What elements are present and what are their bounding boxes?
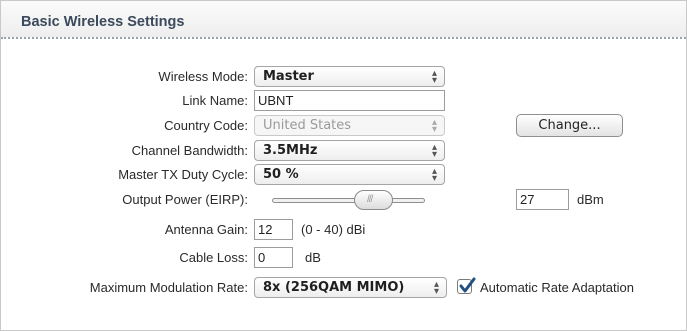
cable-loss-label: Cable Loss: (179, 250, 248, 265)
panel-header: Basic Wireless Settings (1, 1, 686, 39)
cable-loss-input[interactable]: 0 (254, 247, 293, 268)
cable-loss-row: Cable Loss: 0 dB (1, 246, 687, 270)
output-power-slider-track[interactable] (272, 198, 425, 203)
antenna-gain-input[interactable]: 12 (254, 219, 293, 240)
duty-cycle-value: 50 % (263, 167, 299, 182)
output-power-input[interactable]: 27 (516, 189, 569, 210)
link-name-label: Link Name: (182, 93, 248, 108)
output-power-unit: dBm (577, 192, 604, 207)
checkmark-icon (459, 277, 476, 293)
modulation-row: Maximum Modulation Rate: 8x (256QAM MIMO… (1, 276, 687, 300)
updown-arrows-icon: ▴ ▾ (431, 117, 437, 135)
wireless-mode-label: Wireless Mode: (158, 69, 248, 84)
grip-icon: /// (367, 194, 373, 205)
basic-wireless-settings-panel: Basic Wireless Settings Wireless Mode: M… (0, 0, 687, 331)
updown-arrows-icon: ▴ ▾ (433, 279, 439, 297)
channel-bandwidth-label: Channel Bandwidth: (131, 143, 248, 158)
wireless-mode-select[interactable]: Master ▴ ▾ (254, 66, 445, 87)
country-code-row: Country Code: United States ▴ ▾ Change... (1, 114, 687, 138)
channel-bandwidth-select[interactable]: 3.5MHz ▴ ▾ (254, 140, 445, 161)
wireless-mode-row: Wireless Mode: Master ▴ ▾ (1, 65, 687, 89)
change-country-button[interactable]: Change... (516, 114, 623, 137)
modulation-label: Maximum Modulation Rate: (89, 280, 248, 295)
output-power-row: Output Power (EIRP): /// 27 dBm (1, 188, 687, 212)
panel-title: Basic Wireless Settings (21, 14, 185, 30)
country-code-select: United States ▴ ▾ (254, 115, 445, 136)
output-power-slider-thumb[interactable]: /// (354, 190, 393, 210)
antenna-gain-label: Antenna Gain: (164, 222, 248, 237)
cable-loss-unit: dB (305, 250, 321, 265)
duty-cycle-label: Master TX Duty Cycle: (118, 167, 248, 182)
updown-arrows-icon: ▴ ▾ (431, 68, 437, 86)
antenna-gain-hint: (0 - 40) dBi (301, 222, 366, 237)
output-power-label: Output Power (EIRP): (122, 192, 248, 207)
channel-bandwidth-row: Channel Bandwidth: 3.5MHz ▴ ▾ (1, 139, 687, 163)
duty-cycle-select[interactable]: 50 % ▴ ▾ (254, 164, 445, 185)
modulation-select[interactable]: 8x (256QAM MIMO) ▴ ▾ (254, 277, 447, 298)
country-code-label: Country Code: (164, 118, 248, 133)
wireless-mode-value: Master (263, 69, 314, 84)
antenna-gain-row: Antenna Gain: 12 (0 - 40) dBi (1, 218, 687, 242)
country-code-value: United States (263, 118, 352, 133)
link-name-input[interactable]: UBNT (254, 90, 445, 111)
link-name-row: Link Name: UBNT (1, 89, 687, 113)
duty-cycle-row: Master TX Duty Cycle: 50 % ▴ ▾ (1, 163, 687, 187)
channel-bandwidth-value: 3.5MHz (263, 143, 318, 158)
auto-rate-checkbox[interactable] (457, 277, 476, 294)
auto-rate-label[interactable]: Automatic Rate Adaptation (480, 280, 634, 295)
modulation-value: 8x (256QAM MIMO) (263, 280, 405, 295)
updown-arrows-icon: ▴ ▾ (431, 142, 437, 160)
updown-arrows-icon: ▴ ▾ (431, 166, 437, 184)
